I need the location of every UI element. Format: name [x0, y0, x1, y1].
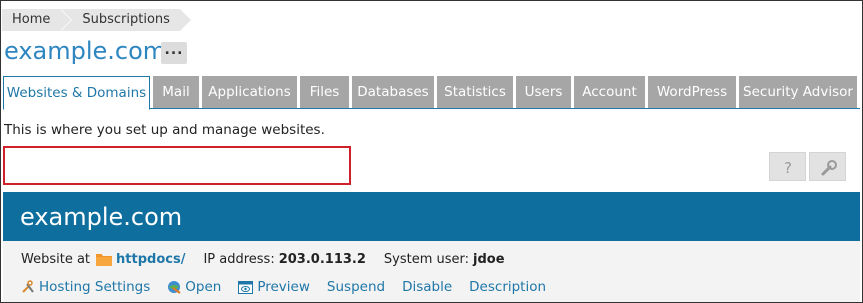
suspend-label: Suspend	[326, 279, 386, 295]
tab-applications[interactable]: Applications	[202, 76, 297, 108]
tab-mail[interactable]: Mail	[153, 76, 199, 108]
page-frame: Home Subscriptions example.com ... Websi…	[0, 0, 863, 303]
preview-link[interactable]: Preview	[238, 279, 310, 295]
globe-icon	[168, 281, 181, 294]
hosting-settings-label: Hosting Settings	[39, 279, 151, 295]
site-panel: example.com Website at httpdocs/ IP addr…	[3, 192, 860, 302]
tab-files[interactable]: Files	[300, 76, 349, 108]
tab-statistics[interactable]: Statistics	[437, 76, 513, 108]
site-actions: Hosting Settings Open Preview Suspend Di…	[21, 279, 563, 295]
svg-text:?: ?	[784, 159, 792, 175]
question-icon: ?	[784, 159, 792, 175]
wrench-icon	[821, 160, 837, 176]
suspend-link[interactable]: Suspend	[327, 279, 385, 295]
tab-wordpress[interactable]: WordPress	[648, 76, 736, 108]
description-link[interactable]: Description	[469, 279, 546, 295]
breadcrumb-home[interactable]: Home	[2, 9, 73, 31]
system-user-label: System user:	[383, 252, 470, 267]
tab-websites-domains[interactable]: Websites & Domains	[3, 76, 150, 110]
open-link[interactable]: Open	[167, 279, 221, 295]
breadcrumb-subscriptions-label: Subscriptions	[82, 12, 170, 27]
breadcrumb-home-label: Home	[12, 12, 51, 27]
system-user-value: jdoe	[473, 252, 505, 267]
tab-account[interactable]: Account	[574, 76, 645, 108]
tab-security-advisor[interactable]: Security Advisor	[739, 76, 857, 108]
page-title: example.com	[4, 37, 167, 65]
tab-users[interactable]: Users	[516, 76, 571, 108]
preview-icon	[238, 280, 254, 294]
tools-icon	[22, 280, 34, 293]
ip-label: IP address:	[203, 252, 275, 267]
breadcrumb: Home Subscriptions	[2, 9, 192, 31]
site-name: example.com	[20, 203, 183, 231]
help-button[interactable]: ?	[769, 152, 806, 181]
breadcrumb-subscriptions[interactable]: Subscriptions	[60, 9, 192, 31]
intro-text: This is where you set up and manage webs…	[4, 122, 325, 138]
tab-databases[interactable]: Databases	[352, 76, 434, 108]
description-label: Description	[469, 279, 547, 295]
site-info: Website at httpdocs/ IP address: 203.0.1…	[21, 252, 505, 267]
settings-button[interactable]	[809, 152, 846, 181]
site-panel-header: example.com	[3, 192, 860, 241]
preview-label: Preview	[257, 279, 310, 295]
open-label: Open	[185, 279, 222, 295]
more-button[interactable]: ...	[161, 42, 187, 64]
hosting-settings-link[interactable]: Hosting Settings	[21, 279, 150, 295]
ip-value: 203.0.113.2	[278, 252, 366, 267]
folder-icon	[96, 253, 113, 266]
disable-label: Disable	[402, 279, 453, 295]
tab-bar: Websites & Domains Mail Applications Fil…	[3, 76, 860, 110]
highlight-box	[3, 146, 351, 185]
docroot-link[interactable]: httpdocs/	[116, 252, 185, 267]
disable-link[interactable]: Disable	[402, 279, 452, 295]
website-at-label: Website at	[21, 252, 91, 267]
